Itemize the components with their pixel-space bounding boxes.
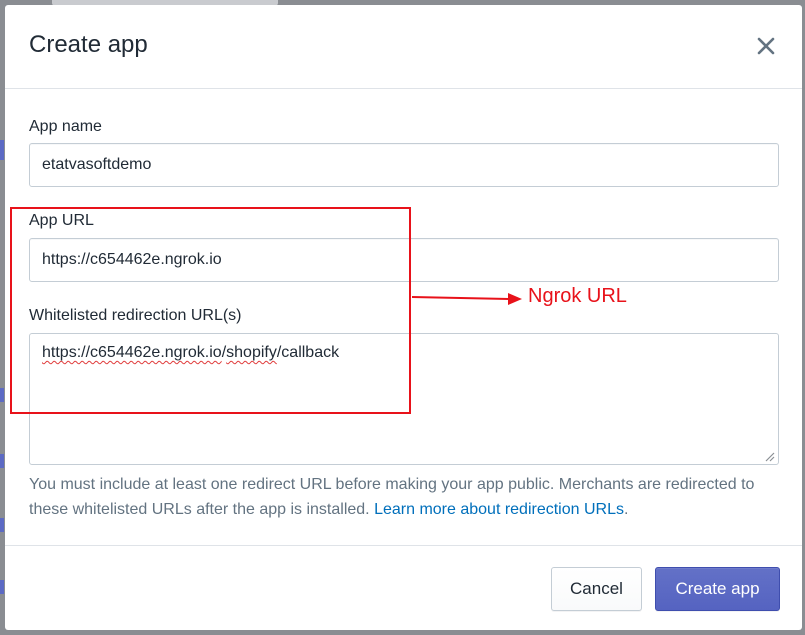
redirect-urls-label: Whitelisted redirection URL(s) [29,307,242,324]
create-app-button[interactable]: Create app [655,567,780,611]
resize-grip-icon[interactable] [763,450,775,462]
create-app-modal: Create app App name App URL Whitelisted … [5,5,802,630]
annotation-label: Ngrok URL [528,285,627,307]
close-button[interactable] [753,33,779,59]
redirect-urls-textarea[interactable]: https://c654462e.ngrok.io/shopify/callba… [29,333,779,465]
modal-title: Create app [29,31,148,58]
redirect-url-host: https://c654462e.ngrok.io [42,344,222,361]
background-marker [0,388,4,402]
app-url-label: App URL [29,212,94,229]
modal-header: Create app [5,5,802,89]
app-url-input[interactable] [29,238,779,282]
app-name-input[interactable] [29,143,779,187]
redirect-url-path-shopify: shopify [226,344,277,361]
app-name-label: App name [29,118,102,135]
close-icon [757,37,775,55]
redirect-url-path-callback: /callback [276,344,340,361]
help-text-suffix: . [623,501,629,518]
cancel-button[interactable]: Cancel [551,567,642,611]
background-marker [0,140,4,160]
footer-divider [5,545,802,546]
help-text: You must include at least one redirect U… [29,472,789,522]
learn-more-link[interactable]: Learn more about redirection URLs [374,501,624,518]
background-marker [0,580,4,594]
background-marker [0,454,4,468]
background-marker [0,518,4,532]
